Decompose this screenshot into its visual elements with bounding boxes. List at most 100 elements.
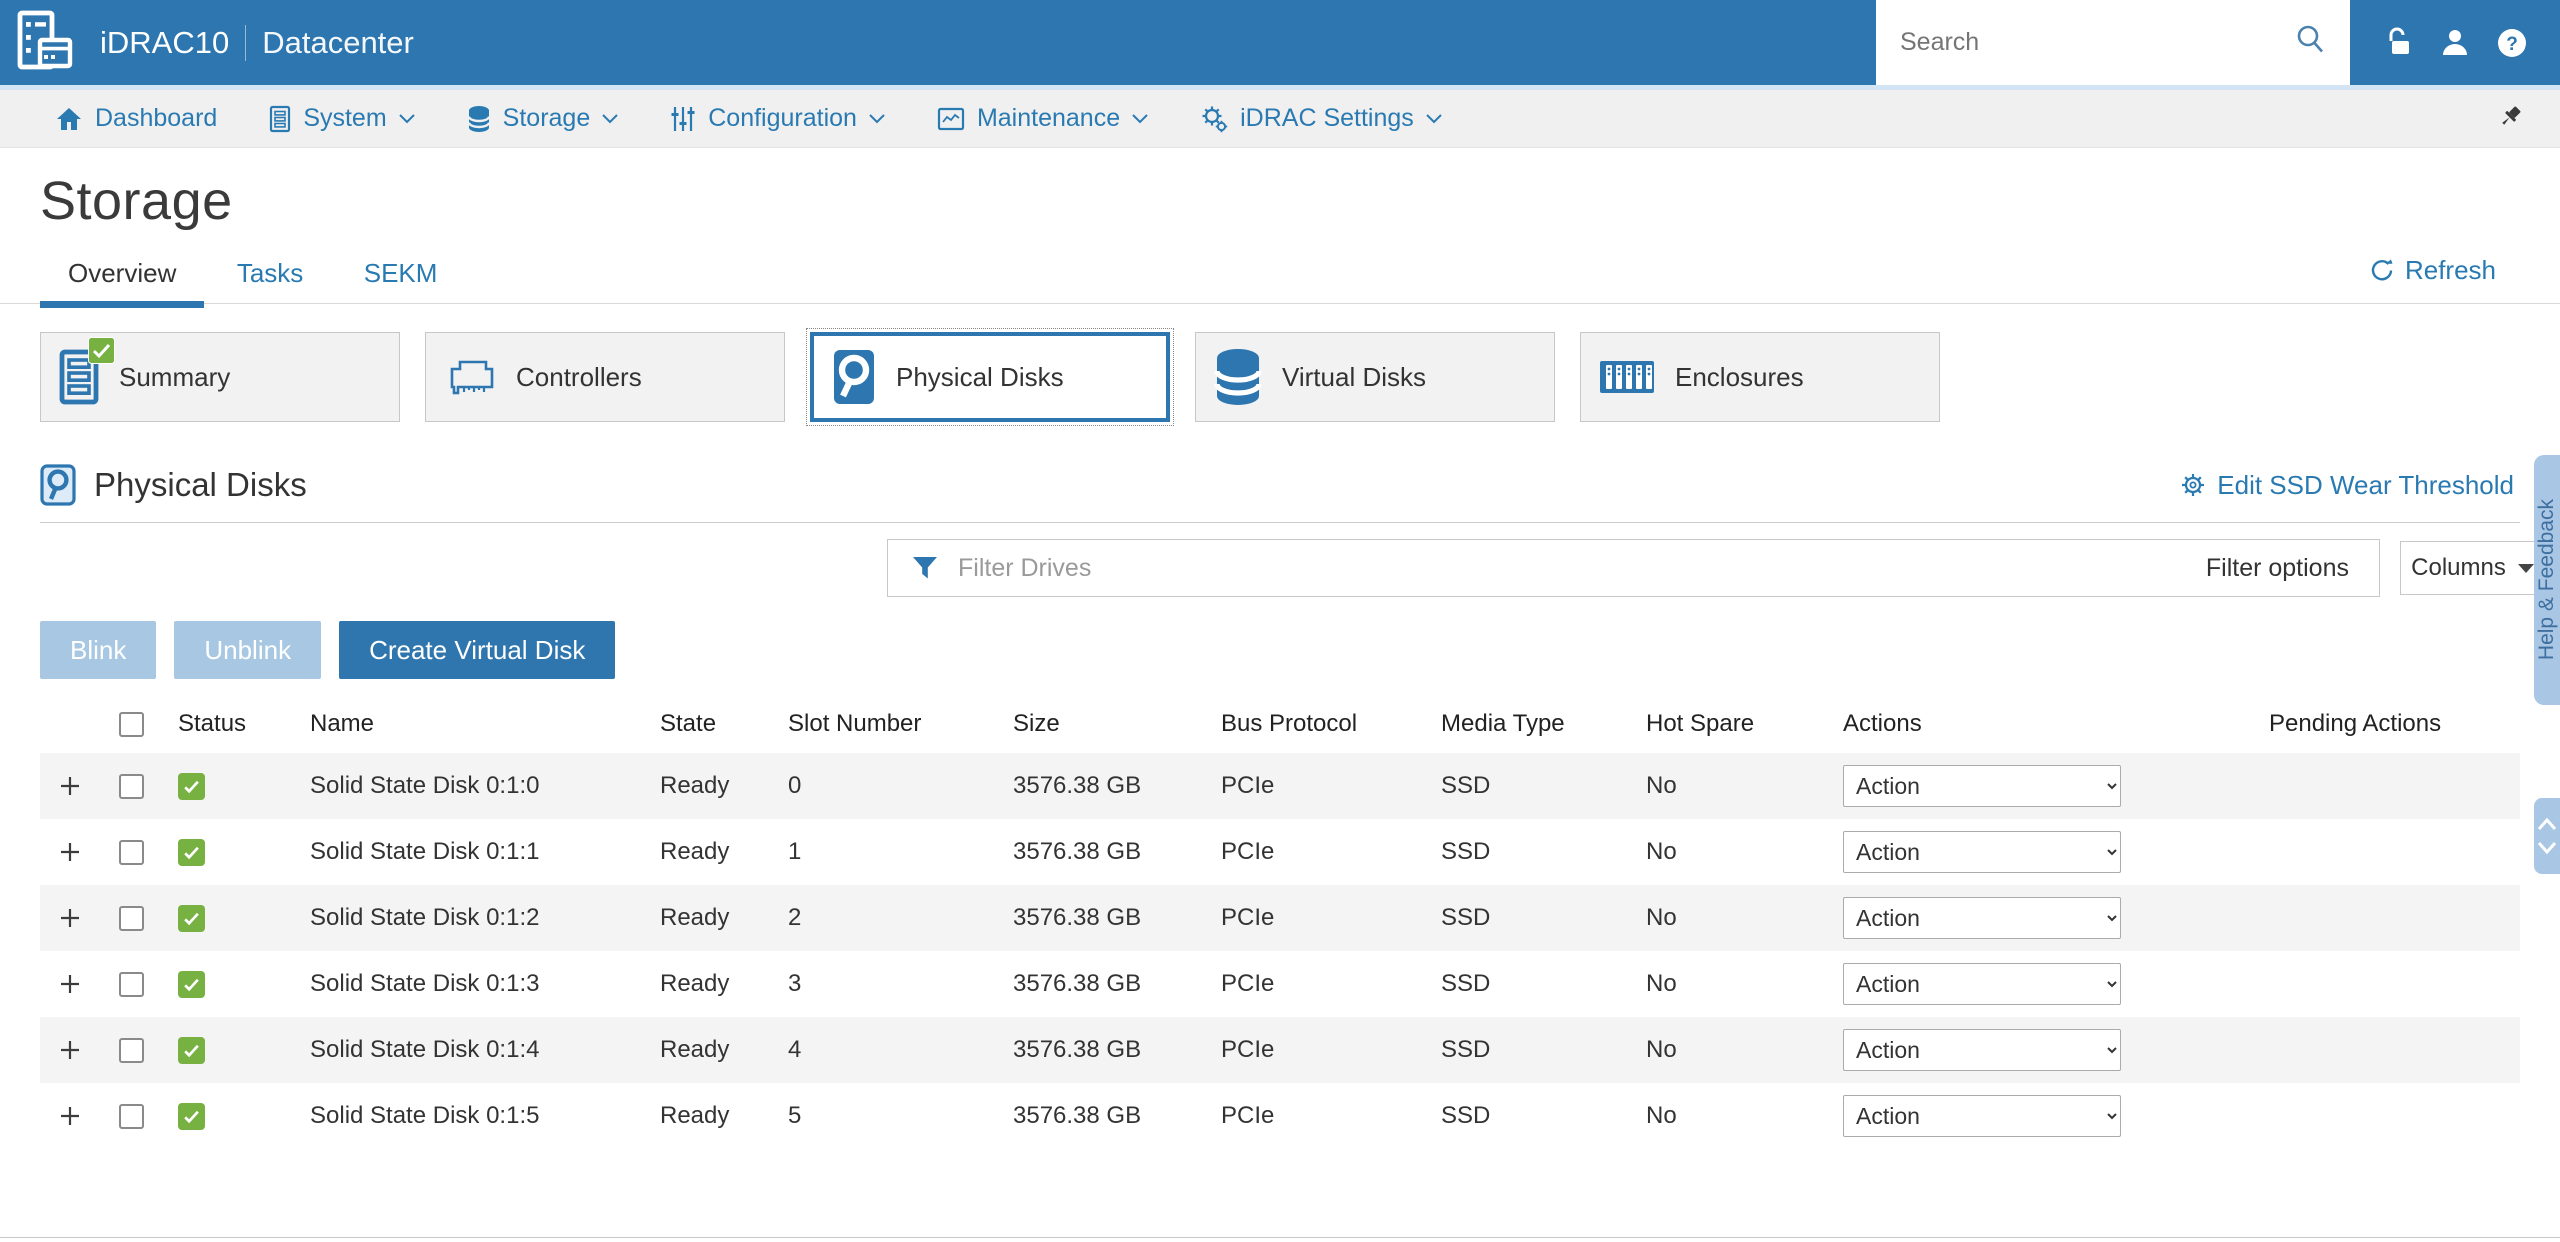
disk-hot-spare: No bbox=[1646, 904, 1677, 931]
chevron-down-icon bbox=[2537, 842, 2557, 855]
card-controllers[interactable]: Controllers bbox=[425, 332, 785, 422]
col-pending-actions: Pending Actions bbox=[2269, 710, 2442, 737]
row-checkbox[interactable] bbox=[118, 905, 144, 931]
col-bus-protocol: Bus Protocol bbox=[1221, 710, 1358, 737]
row-action-select[interactable]: Action bbox=[1843, 897, 2121, 939]
help-icon[interactable]: ? bbox=[2491, 22, 2533, 64]
nav-item-storage[interactable]: Storage bbox=[467, 104, 619, 133]
actions-cell: Action bbox=[1831, 963, 2261, 1005]
col-size: Size bbox=[1013, 710, 1060, 737]
col-hot-spare: Hot Spare bbox=[1646, 710, 1755, 737]
nav-item-system[interactable]: System bbox=[269, 104, 415, 133]
table-row: Solid State Disk 0:1:2 Ready 2 3576.38 G… bbox=[40, 885, 2520, 951]
card-enclosures[interactable]: Enclosures bbox=[1580, 332, 1940, 422]
nav-label-configuration: Configuration bbox=[708, 104, 857, 132]
create-virtual-disk-button[interactable]: Create Virtual Disk bbox=[339, 621, 616, 679]
edit-ssd-wear-threshold-link[interactable]: Edit SSD Wear Threshold bbox=[2173, 469, 2520, 502]
blink-button[interactable]: Blink bbox=[40, 621, 157, 679]
disk-name: Solid State Disk 0:1:4 bbox=[310, 1036, 540, 1063]
disk-state: Ready bbox=[660, 904, 730, 931]
expand-row-button[interactable] bbox=[54, 902, 86, 934]
controller-card-icon bbox=[450, 360, 494, 395]
row-action-select[interactable]: Action bbox=[1843, 1029, 2121, 1071]
disk-hot-spare: No bbox=[1646, 1036, 1677, 1063]
refresh-button[interactable]: Refresh bbox=[2362, 254, 2502, 287]
select-all-checkbox[interactable] bbox=[118, 711, 144, 737]
chevron-down-icon bbox=[602, 113, 618, 123]
enclosure-icon bbox=[1600, 361, 1654, 393]
status-ok-icon bbox=[162, 1102, 310, 1130]
disk-hot-spare: No bbox=[1646, 1102, 1677, 1129]
pin-icon[interactable] bbox=[2492, 100, 2530, 138]
expand-row-button[interactable] bbox=[54, 836, 86, 868]
filter-options-button[interactable]: Filter options bbox=[2200, 553, 2355, 584]
expand-row-button[interactable] bbox=[54, 1034, 86, 1066]
search-input[interactable] bbox=[1898, 27, 2294, 58]
disk-bus-protocol: PCIe bbox=[1221, 1102, 1275, 1129]
disk-media-type: SSD bbox=[1441, 1036, 1491, 1063]
row-action-select[interactable]: Action bbox=[1843, 1095, 2121, 1137]
disk-media-type: SSD bbox=[1441, 970, 1491, 997]
columns-dropdown[interactable]: Columns bbox=[2400, 541, 2545, 595]
card-summary-label: Summary bbox=[119, 361, 231, 392]
status-ok-icon bbox=[162, 1036, 310, 1064]
card-physical-disks[interactable]: Physical Disks bbox=[806, 328, 1174, 426]
lock-icon[interactable] bbox=[2378, 23, 2420, 63]
expand-row-button[interactable] bbox=[54, 770, 86, 802]
help-feedback-label: Help & Feedback bbox=[2535, 499, 2558, 661]
section-divider bbox=[40, 522, 2520, 523]
disk-size: 3576.38 GB bbox=[1013, 970, 1142, 997]
plus-icon bbox=[61, 909, 79, 927]
expand-row-button[interactable] bbox=[54, 968, 86, 1000]
disk-slot: 1 bbox=[788, 838, 802, 865]
row-action-select[interactable]: Action bbox=[1843, 831, 2121, 873]
disk-size: 3576.38 GB bbox=[1013, 1036, 1142, 1063]
row-checkbox[interactable] bbox=[118, 773, 144, 799]
row-checkbox[interactable] bbox=[118, 1037, 144, 1063]
storage-disks-icon bbox=[467, 105, 490, 132]
disk-state: Ready bbox=[660, 838, 730, 865]
disk-slot: 4 bbox=[788, 1036, 802, 1063]
nav-item-maintenance[interactable]: Maintenance bbox=[937, 104, 1148, 133]
brand-area: iDRAC10 Datacenter bbox=[0, 0, 1876, 85]
search-icon[interactable] bbox=[2294, 23, 2328, 62]
row-action-select[interactable]: Action bbox=[1843, 765, 2121, 807]
card-virtual-disks[interactable]: Virtual Disks bbox=[1195, 332, 1555, 422]
tab-sekm[interactable]: SEKM bbox=[336, 252, 466, 308]
disk-name: Solid State Disk 0:1:0 bbox=[310, 772, 540, 799]
scroll-up-down-tab[interactable] bbox=[2534, 798, 2560, 874]
table-row: Solid State Disk 0:1:4 Ready 4 3576.38 G… bbox=[40, 1017, 2520, 1083]
row-checkbox[interactable] bbox=[118, 1103, 144, 1129]
disk-media-type: SSD bbox=[1441, 838, 1491, 865]
help-feedback-tab[interactable]: Help & Feedback bbox=[2534, 455, 2560, 705]
disk-slot: 3 bbox=[788, 970, 802, 997]
col-state: State bbox=[660, 710, 717, 737]
tab-tasks[interactable]: Tasks bbox=[209, 252, 331, 308]
refresh-icon bbox=[2371, 259, 2393, 281]
disk-bus-protocol: PCIe bbox=[1221, 838, 1275, 865]
chevron-down-icon bbox=[2517, 563, 2534, 573]
disk-state: Ready bbox=[660, 1036, 730, 1063]
status-ok-icon bbox=[162, 772, 310, 800]
chevron-up-icon bbox=[2537, 817, 2557, 830]
card-controllers-label: Controllers bbox=[516, 361, 642, 392]
disk-hot-spare: No bbox=[1646, 772, 1677, 799]
brand-name: iDRAC10 bbox=[100, 24, 230, 60]
card-virtual-disks-label: Virtual Disks bbox=[1282, 361, 1427, 392]
unblink-button[interactable]: Unblink bbox=[174, 621, 322, 679]
virtual-disks-icon bbox=[1214, 349, 1262, 405]
nav-item-configuration[interactable]: Configuration bbox=[670, 104, 885, 133]
nav-item-idrac-settings[interactable]: iDRAC Settings bbox=[1200, 104, 1442, 133]
section-title: Physical Disks bbox=[94, 466, 307, 503]
filter-drives-input[interactable] bbox=[956, 552, 2200, 584]
row-action-select[interactable]: Action bbox=[1843, 963, 2121, 1005]
user-icon[interactable] bbox=[2435, 23, 2475, 63]
tab-overview[interactable]: Overview bbox=[40, 252, 205, 308]
nav-item-dashboard[interactable]: Dashboard bbox=[55, 104, 217, 133]
row-checkbox[interactable] bbox=[118, 971, 144, 997]
card-summary[interactable]: Summary bbox=[40, 332, 400, 422]
status-ok-icon bbox=[162, 904, 310, 932]
row-checkbox[interactable] bbox=[118, 839, 144, 865]
expand-row-button[interactable] bbox=[54, 1100, 86, 1132]
healthy-status-icon bbox=[88, 337, 115, 367]
